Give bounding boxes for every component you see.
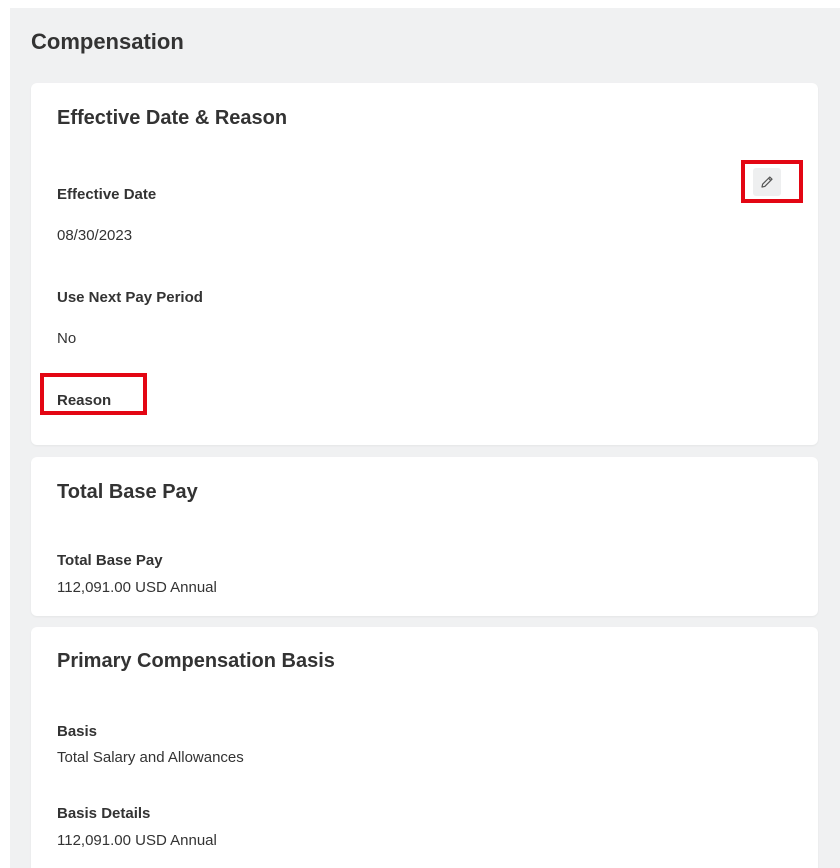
primary-compensation-basis-card: Primary Compensation Basis Basis Total S… <box>31 627 818 868</box>
effective-date-label: Effective Date <box>57 186 157 203</box>
pencil-icon <box>759 174 775 190</box>
card-title-total-base-pay: Total Base Pay <box>57 481 198 503</box>
use-next-pay-period-value: No <box>57 330 77 347</box>
basis-value: Total Salary and Allowances <box>57 749 244 766</box>
effective-date-reason-card: Effective Date & Reason Effective Date 0… <box>31 83 818 445</box>
compensation-page: Compensation Effective Date & Reason Eff… <box>10 8 840 868</box>
effective-date-value: 08/30/2023 <box>57 227 133 244</box>
card-title-effective-date-reason: Effective Date & Reason <box>57 107 288 129</box>
total-base-pay-label: Total Base Pay <box>57 552 163 569</box>
use-next-pay-period-label: Use Next Pay Period <box>57 289 203 306</box>
card-title-primary-compensation-basis: Primary Compensation Basis <box>57 650 335 672</box>
total-base-pay-card: Total Base Pay Total Base Pay 112,091.00… <box>31 457 818 616</box>
basis-label: Basis <box>57 723 98 740</box>
reason-label: Reason <box>57 392 112 409</box>
edit-button[interactable] <box>753 168 781 196</box>
basis-details-label: Basis Details <box>57 805 151 822</box>
basis-details-value: 112,091.00 USD Annual <box>57 832 217 849</box>
page-title: Compensation <box>31 29 184 54</box>
total-base-pay-value: 112,091.00 USD Annual <box>57 579 217 596</box>
